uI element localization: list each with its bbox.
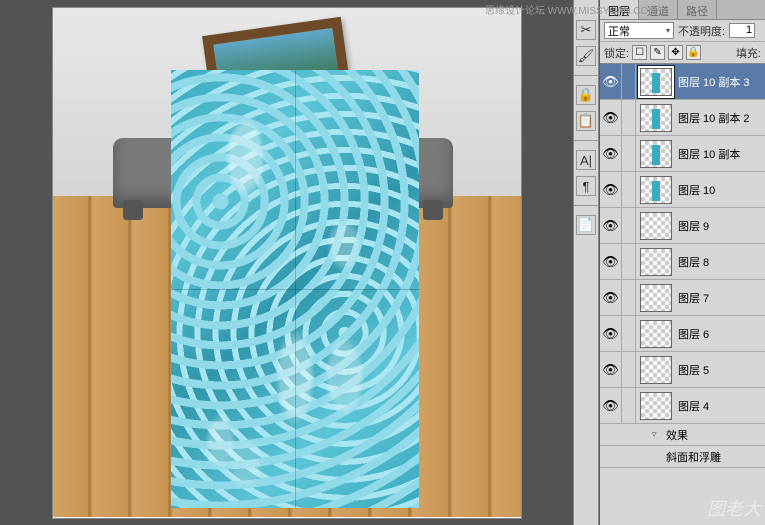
- layers-list: 👁 图层 10 副本 3 👁 图层 10 副本 2 👁 图层 10 副本 👁 图层 10 👁 图层…: [600, 64, 765, 525]
- layer-thumbnail[interactable]: [640, 104, 672, 132]
- lock-label: 锁定:: [604, 45, 629, 61]
- layer-row[interactable]: 👁 图层 5: [600, 352, 765, 388]
- link-column: [622, 100, 636, 135]
- lock-transparency-icon[interactable]: ☐: [632, 45, 647, 60]
- layer-thumbnail[interactable]: [640, 140, 672, 168]
- layer-name[interactable]: 图层 8: [676, 254, 765, 270]
- layer-thumbnail[interactable]: [640, 392, 672, 420]
- layer-row[interactable]: 👁 图层 4: [600, 388, 765, 424]
- link-column: [622, 388, 636, 423]
- layer-thumbnail[interactable]: [640, 356, 672, 384]
- tool-character-icon[interactable]: A|: [576, 150, 596, 170]
- fx-item-label: 斜面和浮雕: [666, 449, 721, 465]
- link-column: [622, 208, 636, 243]
- fx-collapse-icon[interactable]: ▿: [652, 429, 666, 440]
- layer-row[interactable]: 👁 图层 10 副本 3: [600, 64, 765, 100]
- layer-row[interactable]: 👁 图层 10: [600, 172, 765, 208]
- visibility-eye-icon[interactable]: 👁: [600, 172, 622, 207]
- tool-paragraph-icon[interactable]: ¶: [576, 176, 596, 196]
- tool-lock-icon[interactable]: 🔒: [576, 85, 596, 105]
- layer-name[interactable]: 图层 9: [676, 218, 765, 234]
- visibility-eye-icon[interactable]: 👁: [600, 388, 622, 423]
- layer-fx-item[interactable]: 斜面和浮雕: [600, 446, 765, 468]
- tool-clipboard-icon[interactable]: 📋: [576, 111, 596, 131]
- layer-row[interactable]: 👁 图层 7: [600, 280, 765, 316]
- opacity-value[interactable]: 1: [729, 23, 755, 38]
- layer-thumbnail[interactable]: [640, 212, 672, 240]
- visibility-eye-icon[interactable]: 👁: [600, 280, 622, 315]
- watermark-top: 思缘设计论坛 WWW.MISSYUAN.COM: [485, 2, 657, 17]
- visibility-eye-icon[interactable]: 👁: [600, 316, 622, 351]
- visibility-eye-icon[interactable]: 👁: [600, 352, 622, 387]
- lock-position-icon[interactable]: ✥: [668, 45, 683, 60]
- layer-row[interactable]: 👁 图层 8: [600, 244, 765, 280]
- link-column: [622, 136, 636, 171]
- layer-row[interactable]: 👁 图层 10 副本 2: [600, 100, 765, 136]
- visibility-eye-icon[interactable]: 👁: [600, 136, 622, 171]
- document-canvas[interactable]: [53, 8, 521, 518]
- layer-row[interactable]: 👁 图层 6: [600, 316, 765, 352]
- tool-scissors-icon[interactable]: ✂: [576, 20, 596, 40]
- water-texture-layer[interactable]: [171, 70, 419, 508]
- lock-row: 锁定: ☐ ✎ ✥ 🔒 填充:: [600, 42, 765, 64]
- layer-name[interactable]: 图层 6: [676, 326, 765, 342]
- tool-notes-icon[interactable]: 📄: [576, 215, 596, 235]
- layer-row[interactable]: 👁 图层 9: [600, 208, 765, 244]
- visibility-eye-icon[interactable]: 👁: [600, 64, 622, 99]
- link-column: [622, 64, 636, 99]
- blend-mode-value: 正常: [608, 23, 630, 39]
- fill-label: 填充:: [736, 45, 761, 61]
- link-column: [622, 172, 636, 207]
- chevron-down-icon: ▾: [666, 26, 670, 35]
- layer-row[interactable]: 👁 图层 10 副本: [600, 136, 765, 172]
- layer-name[interactable]: 图层 10 副本 2: [676, 110, 765, 126]
- layer-name[interactable]: 图层 4: [676, 398, 765, 414]
- layer-thumbnail[interactable]: [640, 68, 672, 96]
- link-column: [622, 280, 636, 315]
- tab-paths[interactable]: 路径: [678, 0, 717, 19]
- layer-name[interactable]: 图层 5: [676, 362, 765, 378]
- layer-name[interactable]: 图层 10 副本: [676, 146, 765, 162]
- link-column: [622, 316, 636, 351]
- tool-brush-icon[interactable]: 🖌: [576, 46, 596, 66]
- opacity-label: 不透明度:: [678, 23, 725, 39]
- lock-all-icon[interactable]: 🔒: [686, 45, 701, 60]
- layer-fx-row[interactable]: ▿效果: [600, 424, 765, 446]
- visibility-eye-icon[interactable]: 👁: [600, 208, 622, 243]
- layer-name[interactable]: 图层 7: [676, 290, 765, 306]
- layers-panel: 图层 通道 路径 正常 ▾ 不透明度: 1 锁定: ☐ ✎ ✥ 🔒 填充: 👁图…: [599, 0, 765, 525]
- lock-pixels-icon[interactable]: ✎: [650, 45, 665, 60]
- layer-name[interactable]: 图层 10 副本 3: [676, 74, 765, 90]
- layer-thumbnail[interactable]: [640, 284, 672, 312]
- layer-thumbnail[interactable]: [640, 248, 672, 276]
- link-column: [622, 352, 636, 387]
- link-column: [622, 244, 636, 279]
- visibility-eye-icon[interactable]: 👁: [600, 244, 622, 279]
- visibility-eye-icon[interactable]: 👁: [600, 100, 622, 135]
- blend-mode-select[interactable]: 正常 ▾: [604, 22, 674, 39]
- layer-name[interactable]: 图层 10: [676, 182, 765, 198]
- canvas-area: [0, 0, 573, 525]
- layer-thumbnail[interactable]: [640, 176, 672, 204]
- blend-mode-row: 正常 ▾ 不透明度: 1: [600, 20, 765, 42]
- fx-label: 效果: [666, 427, 688, 443]
- vertical-toolbar: ✂ 🖌 🔒 📋 A| ¶ 📄: [573, 0, 599, 525]
- layer-thumbnail[interactable]: [640, 320, 672, 348]
